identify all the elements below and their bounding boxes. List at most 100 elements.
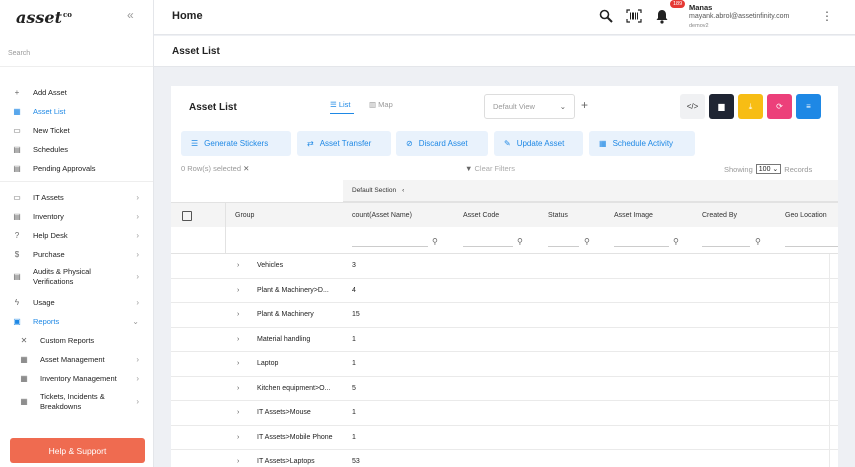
expand-icon[interactable]: › xyxy=(237,458,239,465)
download-button[interactable]: ⤓ xyxy=(738,94,763,119)
edit-icon: ✎ xyxy=(504,139,511,148)
barcode-scan-icon[interactable] xyxy=(626,9,642,26)
tab-map-label: Map xyxy=(378,100,393,109)
expand-icon[interactable]: › xyxy=(237,287,239,294)
sidebar-item-tickets[interactable]: ▦ Tickets, Incidents & Breakdowns › xyxy=(0,390,153,414)
clear-selection-icon[interactable]: ✕ xyxy=(243,164,249,173)
row-pane xyxy=(343,376,830,401)
chevron-left-icon[interactable]: ‹ xyxy=(402,187,404,194)
col-header-count[interactable]: count(Asset Name) xyxy=(352,212,412,219)
filter-icon[interactable]: ⚲ xyxy=(673,237,679,246)
row-group: Plant & Machinery xyxy=(257,311,314,318)
clear-filters-button[interactable]: ▼ Clear Filters xyxy=(465,164,515,173)
expand-icon[interactable]: › xyxy=(237,336,239,343)
refresh-button[interactable]: ⟳ xyxy=(767,94,792,119)
filter-input-asset-code[interactable] xyxy=(463,246,513,247)
expand-icon[interactable]: › xyxy=(237,311,239,318)
user-name[interactable]: Manas xyxy=(689,3,712,12)
add-view-icon[interactable]: + xyxy=(581,98,588,112)
sidebar-item-reports[interactable]: ▣ Reports ⌄ xyxy=(0,312,153,330)
sidebar-item-asset-management[interactable]: ▦ Asset Management › xyxy=(0,350,153,368)
table-row[interactable]: › Vehicles 3 xyxy=(171,254,838,279)
filter-icon[interactable]: ⚲ xyxy=(517,237,523,246)
sidebar-divider xyxy=(0,181,153,182)
notification-bell-icon[interactable] xyxy=(655,9,669,27)
generate-stickers-button[interactable]: ☰ Generate Stickers xyxy=(181,131,291,156)
filter-input-created-by[interactable] xyxy=(702,246,750,247)
col-header-asset-code[interactable]: Asset Code xyxy=(463,212,499,219)
col-header-geo-location[interactable]: Geo Location xyxy=(785,212,827,219)
collapse-sidebar-icon[interactable]: « xyxy=(127,8,134,22)
table-row[interactable]: › IT Assets>Laptops 53 xyxy=(171,450,838,467)
ticket-icon: ▭ xyxy=(13,125,21,135)
sidebar-item-pending-approvals[interactable]: ▤ Pending Approvals xyxy=(0,159,153,177)
filter-icon[interactable]: ⚲ xyxy=(755,237,761,246)
table-row[interactable]: › IT Assets>Mouse 1 xyxy=(171,401,838,426)
sidebar-item-purchase[interactable]: $ Purchase › xyxy=(0,245,153,263)
sidebar-item-new-ticket[interactable]: ▭ New Ticket xyxy=(0,121,153,139)
action-label: Discard Asset xyxy=(418,139,468,148)
sidebar-item-label: Usage xyxy=(33,297,55,307)
sidebar-item-help-desk[interactable]: ? Help Desk › xyxy=(0,226,153,244)
sidebar-item-inventory-management[interactable]: ▦ Inventory Management › xyxy=(0,369,153,387)
sidebar-item-audits[interactable]: ▤ Audits & Physical Verifications › xyxy=(0,265,153,289)
expand-icon[interactable]: › xyxy=(237,434,239,441)
filter-input-status[interactable] xyxy=(548,246,579,247)
more-options-icon[interactable]: ⋮ xyxy=(821,9,833,23)
rows-selected-text: 0 Row(s) selected xyxy=(181,164,242,173)
table-row[interactable]: › Laptop 1 xyxy=(171,352,838,377)
export-document-button[interactable]: ▆ xyxy=(709,94,734,119)
table-row[interactable]: › Kitchen equipment>O... 5 xyxy=(171,376,838,401)
sidebar-item-label: Tickets, Incidents & Breakdowns xyxy=(40,392,105,411)
logo-text: asset xyxy=(16,8,62,27)
table-row[interactable]: › Material handling 1 xyxy=(171,327,838,352)
user-email: mayank.abrol@assetinfinity.com xyxy=(689,13,790,20)
tab-list[interactable]: ☰ List xyxy=(330,100,350,109)
filter-input-geo-location[interactable] xyxy=(785,246,838,247)
column-settings-button[interactable]: ≡ xyxy=(796,94,821,119)
view-select[interactable]: Default View ⌄ xyxy=(484,94,575,119)
tab-map[interactable]: ▥ Map xyxy=(369,100,393,109)
expand-icon[interactable]: › xyxy=(237,409,239,416)
download-icon: ⤓ xyxy=(748,101,753,111)
help-support-button[interactable]: Help & Support xyxy=(10,438,145,463)
default-section-header[interactable]: Default Section ‹ xyxy=(343,180,838,202)
col-header-created-by[interactable]: Created By xyxy=(702,212,737,219)
filter-icon[interactable]: ⚲ xyxy=(584,237,590,246)
sidebar-item-inventory[interactable]: ▤ Inventory › xyxy=(0,207,153,225)
page-size-select[interactable]: 100 ⌄ xyxy=(755,164,782,174)
section-label: Default Section xyxy=(352,187,397,194)
select-all-checkbox[interactable] xyxy=(182,211,192,221)
sidebar-item-add-asset[interactable]: + Add Asset xyxy=(0,83,153,101)
sidebar-item-label: IT Assets xyxy=(33,192,64,202)
code-view-button[interactable]: </> xyxy=(680,94,705,119)
sidebar-item-schedules[interactable]: ▤ Schedules xyxy=(0,140,153,158)
table-row[interactable]: › Plant & Machinery 15 xyxy=(171,303,838,328)
sidebar-item-asset-list[interactable]: ▦ Asset List xyxy=(0,102,153,120)
discard-asset-button[interactable]: ⊘ Discard Asset xyxy=(396,131,488,156)
expand-icon[interactable]: › xyxy=(237,385,239,392)
expand-icon[interactable]: › xyxy=(237,360,239,367)
table-row[interactable]: › Plant & Machinery>D... 4 xyxy=(171,278,838,303)
sidebar-item-usage[interactable]: ϟ Usage › xyxy=(0,293,153,311)
sidebar-item-it-assets[interactable]: ▭ IT Assets › xyxy=(0,188,153,206)
sidebar-item-label: Asset List xyxy=(33,106,66,116)
col-header-group[interactable]: Group xyxy=(235,212,254,219)
asset-transfer-button[interactable]: ⇄ Asset Transfer xyxy=(297,131,391,156)
document-icon: ▆ xyxy=(718,102,725,111)
approvals-icon: ▤ xyxy=(13,163,21,173)
col-header-asset-image[interactable]: Asset Image xyxy=(614,212,653,219)
search-icon[interactable] xyxy=(599,9,613,26)
expand-icon[interactable]: › xyxy=(237,262,239,269)
sidebar-search-input[interactable]: Search xyxy=(8,50,30,57)
app-logo[interactable]: assetco xyxy=(16,8,72,27)
col-header-status[interactable]: Status xyxy=(548,212,568,219)
schedule-activity-button[interactable]: ▦ Schedule Activity xyxy=(589,131,695,156)
update-asset-button[interactable]: ✎ Update Asset xyxy=(494,131,583,156)
filter-icon[interactable]: ⚲ xyxy=(432,237,438,246)
filter-input-asset-image[interactable] xyxy=(614,246,669,247)
chevron-right-icon: › xyxy=(136,230,139,240)
sidebar-item-custom-reports[interactable]: ✕ Custom Reports xyxy=(0,331,153,349)
filter-input-count[interactable] xyxy=(352,246,428,247)
table-row[interactable]: › IT Assets>Mobile Phone 1 xyxy=(171,425,838,450)
